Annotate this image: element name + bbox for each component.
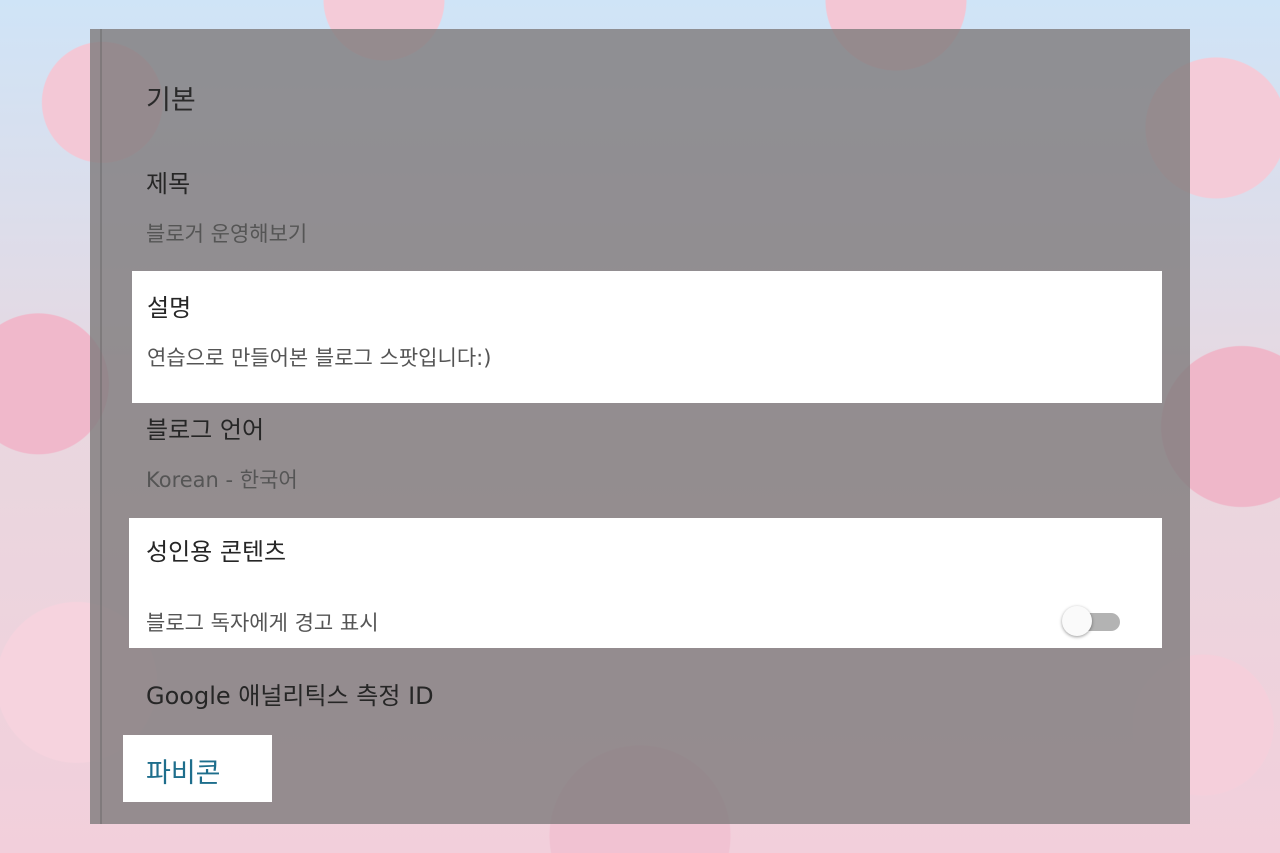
panel-divider bbox=[100, 29, 102, 824]
description-setting-value[interactable]: 연습으로 만들어본 블로그 스팟입니다:) bbox=[147, 342, 491, 372]
description-setting-label[interactable]: 설명 bbox=[147, 288, 191, 323]
section-title: 기본 bbox=[146, 85, 196, 116]
title-setting-value[interactable]: 블로거 운영해보기 bbox=[146, 218, 307, 248]
title-setting-label[interactable]: 제목 bbox=[146, 164, 190, 199]
description-setting-card[interactable] bbox=[132, 271, 1162, 403]
favicon-setting-label[interactable]: 파비콘 bbox=[146, 751, 221, 790]
language-setting-value[interactable]: Korean - 한국어 bbox=[146, 464, 298, 494]
adult-content-label: 성인용 콘텐츠 bbox=[146, 538, 287, 566]
analytics-setting-label[interactable]: Google 애널리틱스 측정 ID bbox=[146, 676, 434, 711]
adult-content-toggle[interactable] bbox=[1062, 605, 1122, 637]
toggle-thumb bbox=[1062, 606, 1092, 636]
adult-content-toggle-label: 블로그 독자에게 경고 표시 bbox=[146, 611, 379, 635]
language-setting-label[interactable]: 블로그 언어 bbox=[146, 410, 264, 445]
